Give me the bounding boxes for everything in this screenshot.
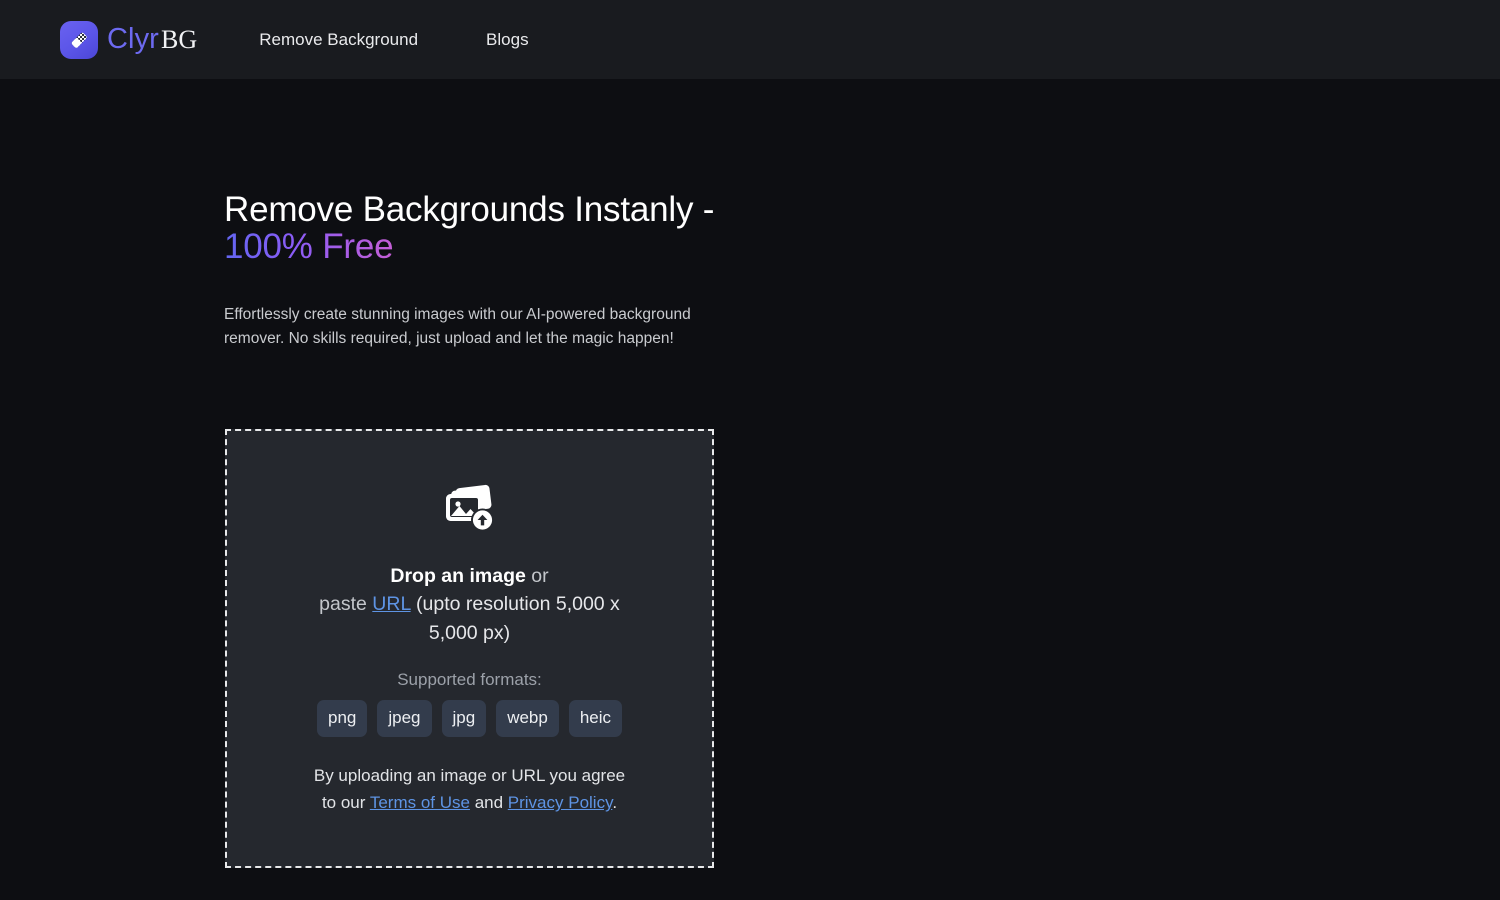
- privacy-policy-link[interactable]: Privacy Policy: [508, 793, 613, 812]
- format-chip-jpeg[interactable]: jpeg: [377, 699, 432, 737]
- format-chip-jpg[interactable]: jpg: [441, 699, 487, 737]
- eraser-checker-icon: [60, 20, 98, 59]
- dropzone-headline-strong: Drop an image: [390, 565, 526, 587]
- image-dropzone[interactable]: Drop an image or paste URL (upto resolut…: [225, 429, 714, 868]
- page-title-accent: 100% Free: [224, 226, 394, 266]
- terms-disclaimer: By uploading an image or URL you agree t…: [310, 762, 630, 817]
- terms-middle: and: [469, 793, 508, 813]
- terms-of-use-link[interactable]: Terms of Use: [370, 793, 470, 812]
- dropzone-headline: Drop an image or paste URL (upto resolut…: [305, 562, 635, 647]
- format-chip-heic[interactable]: heic: [568, 699, 623, 737]
- image-upload-icon: [442, 484, 498, 536]
- page-title: Remove Backgrounds Instanly - 100% Free: [224, 79, 744, 266]
- supported-formats-label: Supported formats:: [397, 669, 542, 689]
- brand-name-secondary: BG: [160, 25, 198, 54]
- site-header: ClyrBG Remove Background Blogs: [0, 0, 1500, 79]
- paste-url-link[interactable]: URL: [372, 593, 410, 615]
- brand-name-primary: Clyr: [107, 23, 159, 55]
- page-title-line1: Remove Backgrounds Instanly -: [224, 190, 715, 229]
- hero-subtitle: Effortlessly create stunning images with…: [224, 305, 691, 347]
- dropzone-headline-or: or: [525, 565, 549, 587]
- dropzone-paste-prefix: paste: [319, 593, 373, 616]
- brand-logo[interactable]: ClyrBG: [60, 20, 197, 59]
- brand-wordmark: ClyrBG: [107, 25, 197, 54]
- format-chip-png[interactable]: png: [316, 699, 368, 737]
- nav-item-remove-background[interactable]: Remove Background: [259, 24, 418, 56]
- format-chip-webp[interactable]: webp: [496, 699, 559, 737]
- supported-formats-list: png jpeg jpg webp heic: [316, 699, 623, 737]
- terms-suffix: .: [612, 793, 618, 813]
- hero-section: Remove Backgrounds Instanly - 100% Free …: [0, 79, 1500, 351]
- main-nav: Remove Background Blogs: [259, 24, 528, 56]
- nav-item-blogs[interactable]: Blogs: [486, 24, 529, 56]
- dropzone-paste-suffix: (upto resolution 5,000 x 5,000 px): [410, 593, 620, 644]
